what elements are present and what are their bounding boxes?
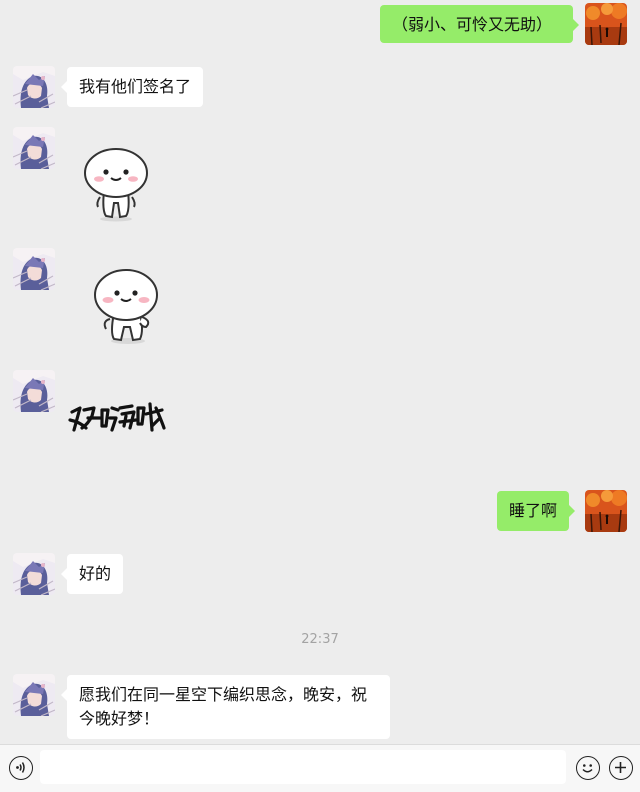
voice-icon[interactable] — [9, 756, 33, 780]
message-bubble-incoming[interactable]: 好的 — [60, 554, 124, 594]
contact-avatar[interactable] — [13, 370, 55, 412]
my-avatar[interactable] — [585, 3, 627, 45]
contact-avatar[interactable] — [13, 248, 55, 290]
chat-message-list[interactable]: （弱小、可怜又无助） 我有他们签名了 睡了啊 好的 22:37 愿我们在同一星空… — [0, 0, 640, 744]
message-bubble-incoming[interactable]: 我有他们签名了 — [60, 67, 204, 107]
message-timestamp: 22:37 — [301, 632, 339, 647]
emoji-icon[interactable] — [576, 756, 600, 780]
my-avatar[interactable] — [585, 490, 627, 532]
message-input[interactable] — [40, 750, 566, 784]
contact-avatar[interactable] — [13, 553, 55, 595]
message-bubble-incoming[interactable]: 愿我们在同一星空下编织思念，晚安，祝今晚好梦！ — [61, 675, 390, 739]
contact-avatar[interactable] — [13, 674, 55, 716]
contact-avatar[interactable] — [13, 127, 55, 169]
message-bubble-outgoing[interactable]: 睡了啊 — [497, 491, 576, 531]
handwritten-text-sticker[interactable] — [66, 396, 166, 444]
message-bubble-outgoing[interactable]: （弱小、可怜又无助） — [380, 5, 579, 43]
plus-icon[interactable] — [609, 756, 633, 780]
bun-character-hand-on-hip-sticker[interactable] — [90, 265, 162, 351]
bun-character-standing-sticker[interactable] — [80, 145, 152, 229]
chat-input-bar — [0, 744, 640, 792]
contact-avatar[interactable] — [13, 66, 55, 108]
